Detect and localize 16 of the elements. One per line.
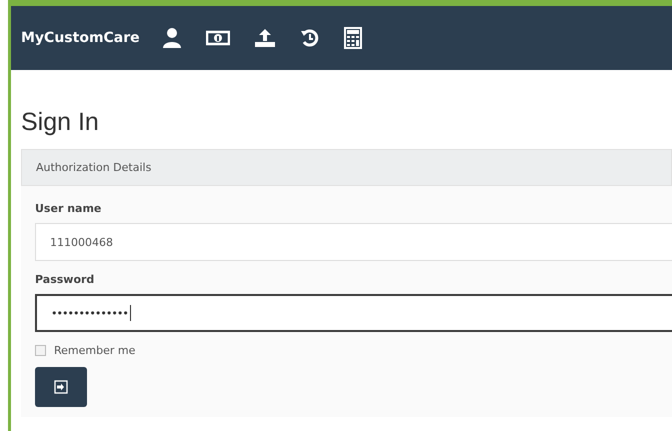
input-field[interactable]: 111000468	[35, 223, 672, 261]
brand-name[interactable]: MyCustomCare	[21, 30, 140, 46]
sign-in-icon	[54, 380, 68, 394]
upload-icon[interactable]	[254, 28, 276, 48]
person-icon[interactable]	[162, 27, 182, 49]
checkbox[interactable]	[35, 345, 46, 356]
panel-title: Authorization Details	[36, 161, 152, 174]
history-icon[interactable]	[300, 28, 320, 48]
checkbox-label[interactable]: Remember me	[54, 344, 136, 357]
page-heading: Sign In	[21, 108, 100, 137]
input-field[interactable]: ••••••••••••••	[35, 294, 672, 332]
field-label: Password	[35, 273, 96, 286]
sign-in-button[interactable]	[35, 367, 87, 407]
calculator-icon[interactable]	[344, 27, 362, 49]
banknote-icon[interactable]	[206, 30, 230, 46]
field-label: User name	[35, 202, 102, 215]
